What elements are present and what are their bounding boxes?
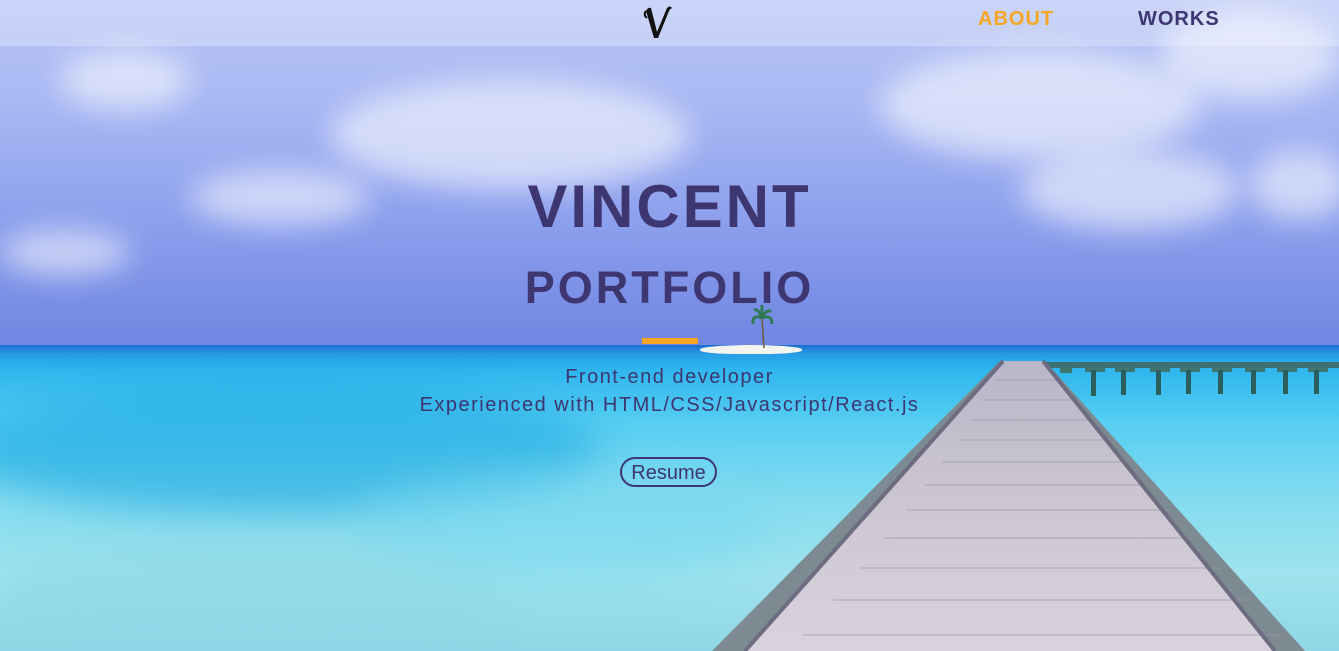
page: ABOUT WORKS VINCENT PORTFOLIO Front-end … xyxy=(0,0,1339,651)
hero-subtitle: PORTFOLIO xyxy=(524,262,815,313)
v-logo-icon[interactable] xyxy=(643,2,675,42)
nav-link-works[interactable]: WORKS xyxy=(1138,8,1220,31)
navbar: ABOUT WORKS xyxy=(0,0,1339,46)
tagline-role: Front-end developer xyxy=(565,366,774,388)
resume-button[interactable]: Resume xyxy=(620,457,717,487)
tagline-skills: Experienced with HTML/CSS/Javascript/Rea… xyxy=(419,394,920,416)
hero-title: VINCENT xyxy=(527,173,812,240)
accent-divider xyxy=(642,338,698,344)
pier-scene xyxy=(712,305,1339,651)
nav-link-about[interactable]: ABOUT xyxy=(978,8,1054,31)
